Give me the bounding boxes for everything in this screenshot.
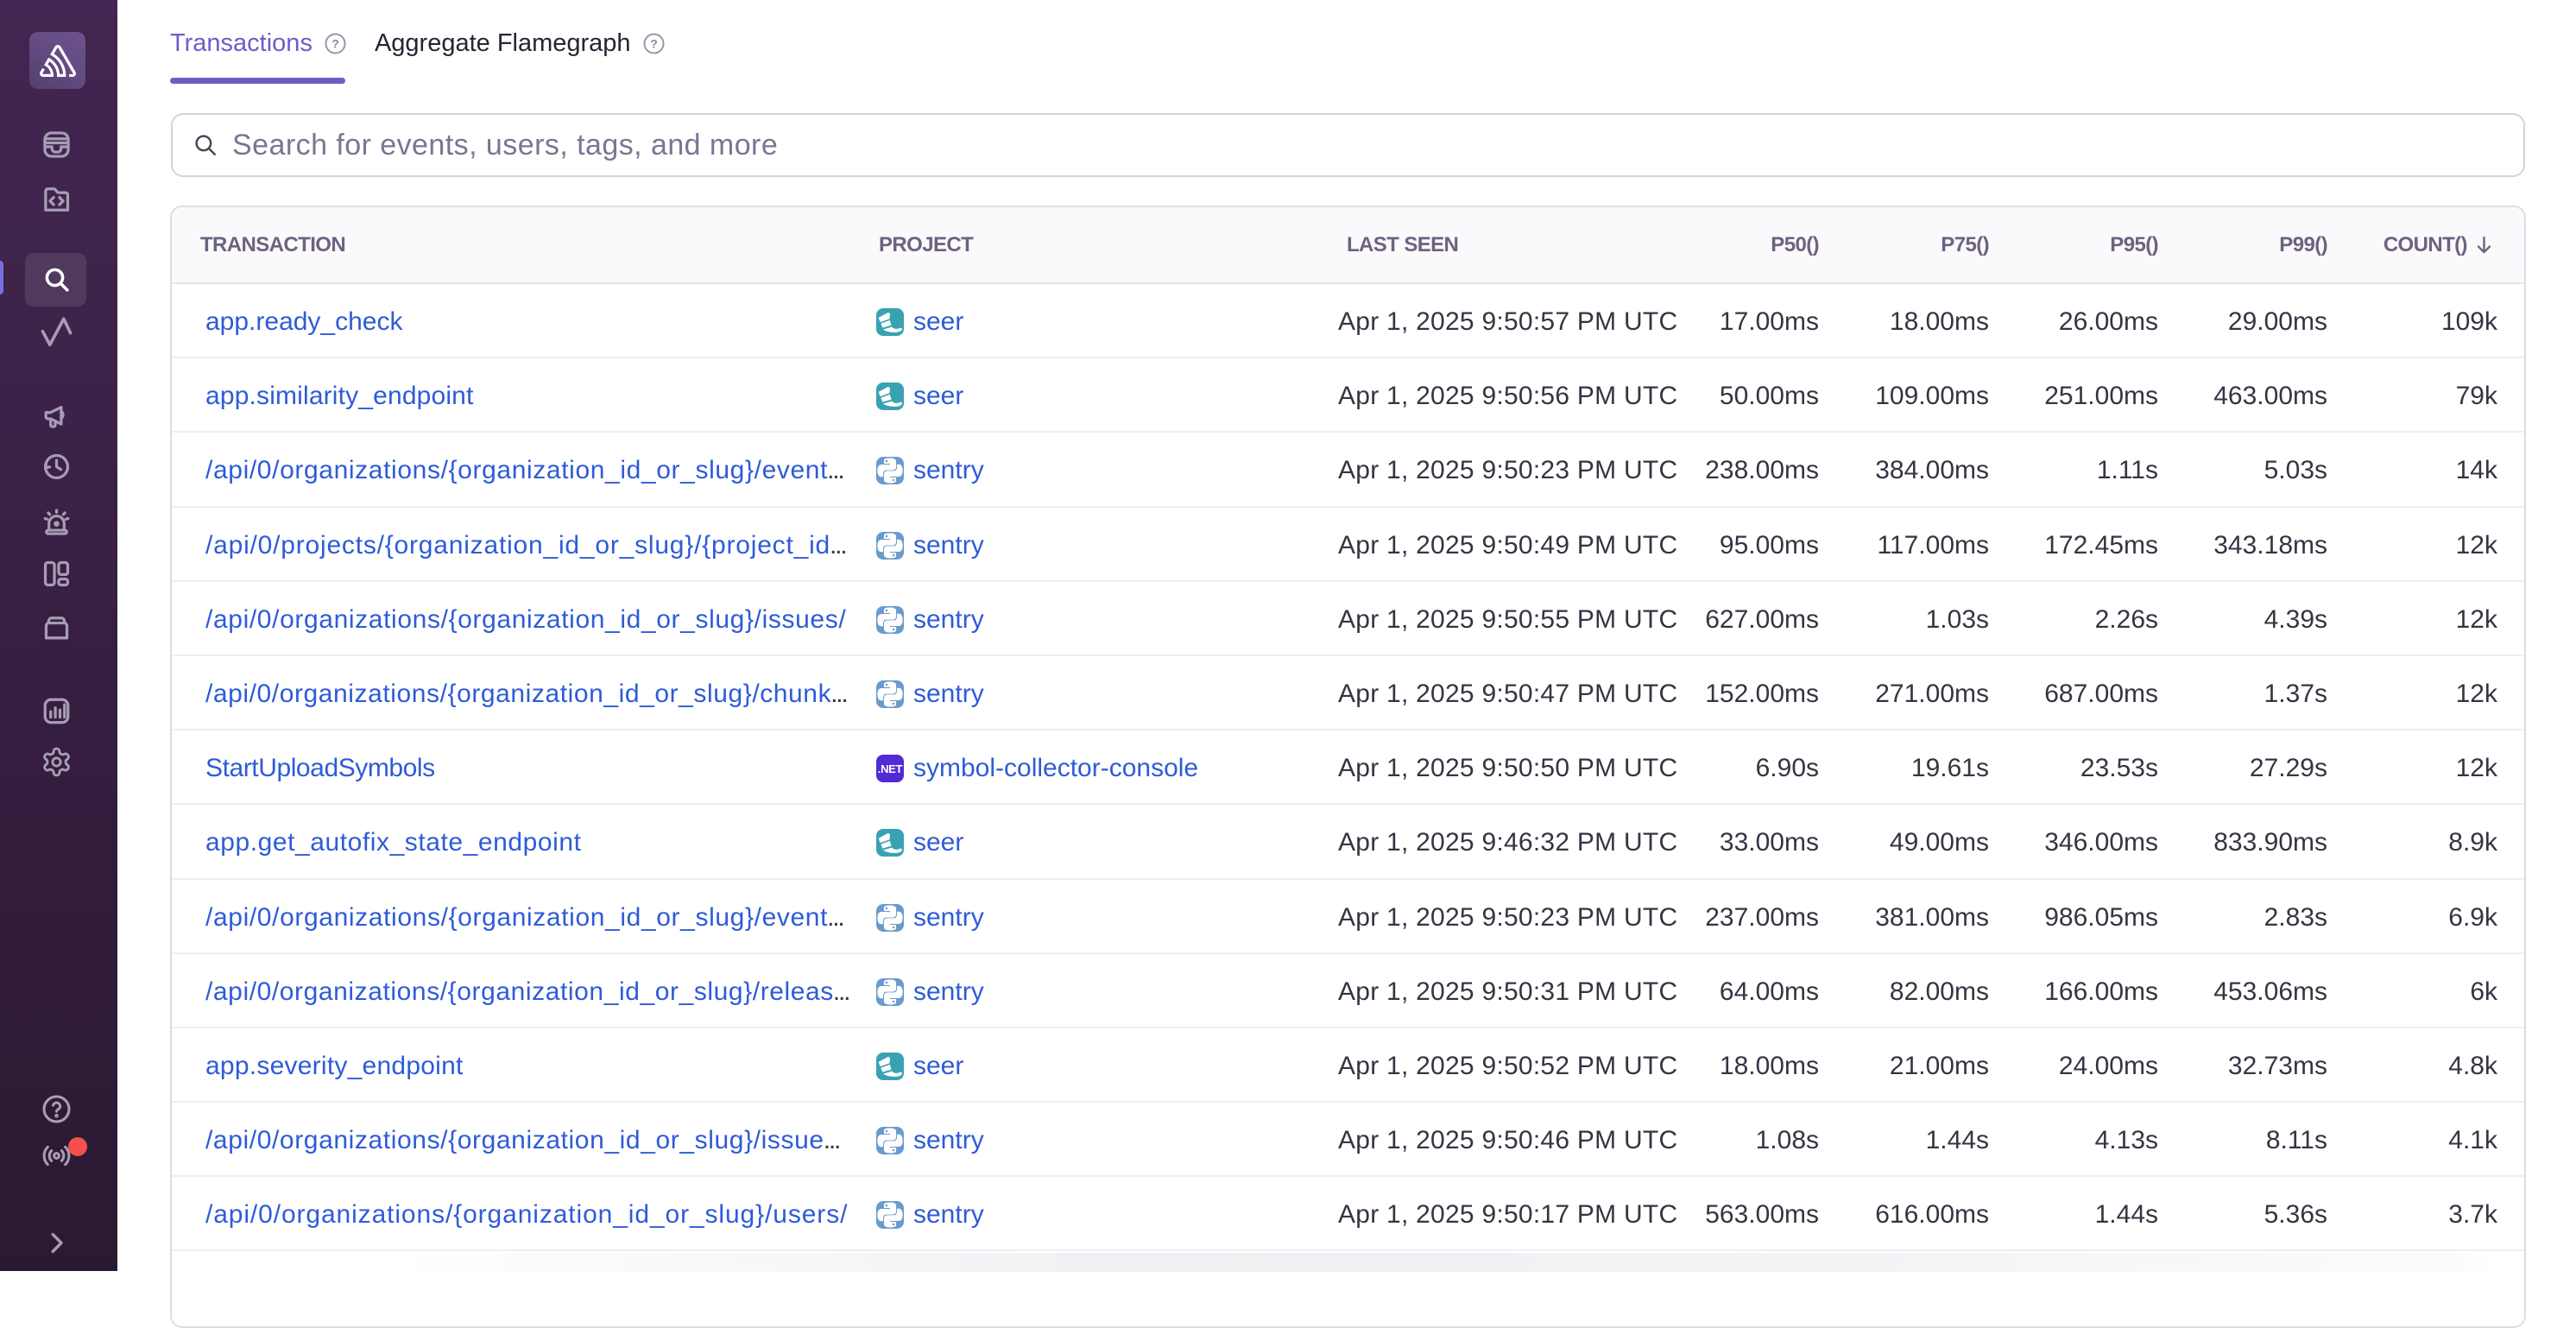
svg-text:?: ? (331, 36, 339, 50)
svg-text:?: ? (650, 36, 658, 50)
